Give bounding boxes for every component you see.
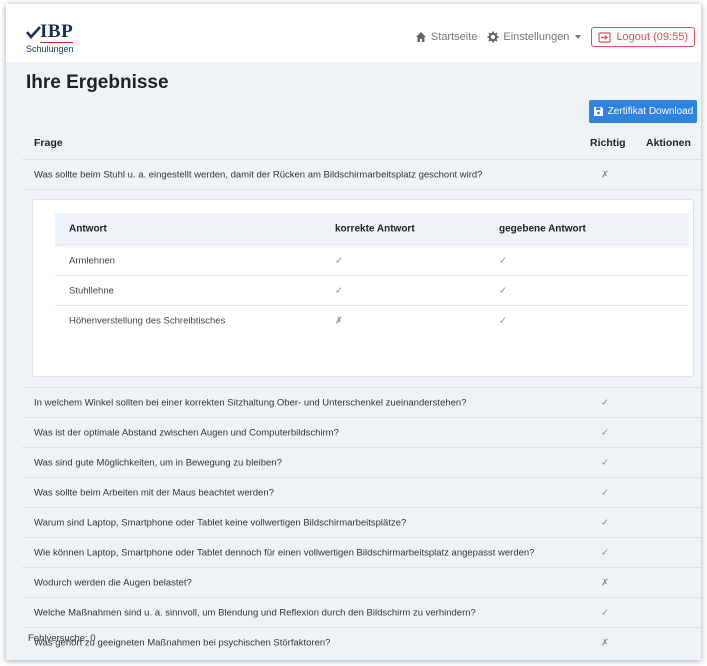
answer-text: Armlehnen [69,255,115,266]
result-mark: ✗ [601,637,609,648]
logo-subtext: Schulungen [26,44,74,54]
given-answer-mark: ✓ [499,285,507,296]
question-text: Was sollte beim Stuhl u. a. eingestellt … [34,169,483,180]
header-question: Frage [34,137,63,149]
answer-detail-card: Antwort korrekte Antwort gegebene Antwor… [32,199,694,377]
gear-icon [487,31,499,43]
result-mark: ✓ [601,547,609,558]
answer-text: Höhenverstellung des Schreibtisches [69,315,226,326]
question-text: Was sind gute Möglichkeiten, um in Beweg… [34,457,282,468]
table-row[interactable]: Was gehört zu geeigneten Maßnahmen bei p… [22,627,701,657]
header-answer: Antwort [69,223,107,235]
table-row[interactable]: Wie können Laptop, Smartphone oder Table… [22,537,701,567]
result-mark: ✓ [601,607,609,618]
result-mark: ✗ [601,577,609,588]
question-text: Was sollte beim Arbeiten mit der Maus be… [34,487,274,498]
header-actions: Aktionen [646,137,691,149]
checkmark-logo-icon [26,26,41,40]
table-header: Frage Richtig Aktionen [22,127,701,159]
home-icon [415,32,426,42]
app-window: IBP Schulungen Startseite Einstellungen … [6,4,701,660]
nav-settings-label: Einstellungen [503,31,570,43]
answer-detail-area: Antwort korrekte Antwort gegebene Antwor… [22,189,701,387]
correct-answer-mark: ✓ [335,255,343,266]
table-row[interactable]: Warum sind Laptop, Smartphone oder Table… [22,507,701,537]
navbar: IBP Schulungen Startseite Einstellungen … [6,4,701,62]
save-icon [593,107,603,116]
logout-icon [598,31,612,43]
given-answer-mark: ✓ [499,315,507,326]
nav-settings-dropdown[interactable]: Einstellungen [487,31,582,43]
question-text: Wodurch werden die Augen belastet? [34,577,192,588]
result-mark: ✗ [601,169,609,180]
results-table: Frage Richtig Aktionen Was sollte beim S… [22,127,701,657]
result-mark: ✓ [601,427,609,438]
answer-table-header: Antwort korrekte Antwort gegebene Antwor… [55,213,689,245]
result-mark: ✓ [601,487,609,498]
question-text: In welchem Winkel sollten bei einer korr… [34,397,467,408]
table-row[interactable]: Wodurch werden die Augen belastet? ✗ [22,567,701,597]
logout-label: Logout (09:55) [616,31,688,43]
header-given-answer: gegebene Antwort [499,223,586,235]
certificate-download-label: Zertifikat Download [607,106,694,117]
table-row[interactable]: Was ist der optimale Abstand zwischen Au… [22,417,701,447]
table-row[interactable]: Was sind gute Möglichkeiten, um in Beweg… [22,447,701,477]
logo[interactable]: IBP Schulungen [26,22,76,56]
given-answer-mark: ✓ [499,255,507,266]
nav-home-label: Startseite [430,31,478,43]
question-text: Wie können Laptop, Smartphone oder Table… [34,547,535,558]
answer-table: Antwort korrekte Antwort gegebene Antwor… [55,213,689,335]
question-text: Welche Maßnahmen sind u. a. sinnvoll, um… [34,607,476,618]
result-mark: ✓ [601,457,609,468]
answer-text: Stuhllehne [69,285,114,296]
table-row[interactable]: Was sollte beim Arbeiten mit der Maus be… [22,477,701,507]
certificate-download-button[interactable]: Zertifikat Download [589,100,697,123]
logout-button[interactable]: Logout (09:55) [591,27,695,47]
result-mark: ✓ [601,517,609,528]
header-correct-answer: korrekte Antwort [335,223,415,235]
answer-row: Stuhllehne ✓ ✓ [55,275,689,305]
result-mark: ✓ [601,397,609,408]
table-row[interactable]: Welche Maßnahmen sind u. a. sinnvoll, um… [22,597,701,627]
nav-right: Startseite Einstellungen Logout (09:55) [415,26,695,48]
table-row[interactable]: In welchem Winkel sollten bei einer korr… [22,387,701,417]
failed-attempts-note: Fehlversuche: 0 [28,633,96,644]
correct-answer-mark: ✗ [335,315,343,326]
nav-home-link[interactable]: Startseite [415,31,477,43]
chevron-down-icon [575,35,582,39]
answer-row: Armlehnen ✓ ✓ [55,245,689,275]
correct-answer-mark: ✓ [335,285,343,296]
header-correct: Richtig [590,137,626,149]
question-text: Was ist der optimale Abstand zwischen Au… [34,427,339,438]
answer-row: Höhenverstellung des Schreibtisches ✗ ✓ [55,305,689,335]
page-title: Ihre Ergebnisse [26,72,169,93]
question-text: Warum sind Laptop, Smartphone oder Table… [34,517,407,528]
table-row[interactable]: Was sollte beim Stuhl u. a. eingestellt … [22,159,701,189]
logo-text: IBP [40,21,74,43]
